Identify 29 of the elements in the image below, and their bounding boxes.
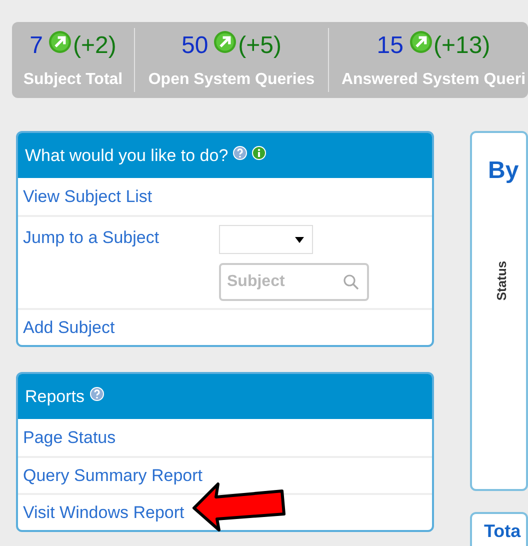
subject-search-field[interactable]: Subject (219, 263, 369, 301)
stat-change: (+5) (238, 31, 282, 61)
axis-label: Status (493, 260, 510, 301)
stat-label: Open System Queries (148, 70, 315, 90)
trend-up-icon (410, 31, 432, 53)
search-icon (343, 274, 359, 290)
trend-up-icon (49, 31, 71, 53)
stat-value: 50 (181, 31, 208, 61)
card-title: Tota (484, 522, 521, 540)
panel-title: What would you like to do? (25, 144, 228, 167)
panel-title: Reports (25, 386, 85, 408)
stat-change: (+2) (73, 31, 116, 61)
trend-up-icon (214, 31, 236, 53)
help-icon[interactable] (90, 386, 104, 400)
link[interactable]: Jump to a Subject (23, 225, 219, 247)
link[interactable]: Query Summary Report (23, 462, 202, 488)
stat-value: 15 (376, 31, 404, 61)
stat-change: (+13) (434, 31, 490, 61)
stat-label: Answered System Queri (341, 70, 526, 90)
card-title: By (488, 156, 519, 186)
caret-icon (295, 236, 304, 242)
link[interactable]: Add Subject (23, 314, 115, 340)
info-icon[interactable] (252, 146, 266, 160)
link[interactable]: Visit Windows Report (23, 500, 184, 526)
link[interactable]: View Subject List (23, 184, 152, 210)
help-icon[interactable] (233, 146, 248, 160)
stat-value: 7 (30, 31, 43, 61)
stat-label: Subject Total (23, 70, 123, 90)
link[interactable]: Page Status (23, 424, 116, 450)
